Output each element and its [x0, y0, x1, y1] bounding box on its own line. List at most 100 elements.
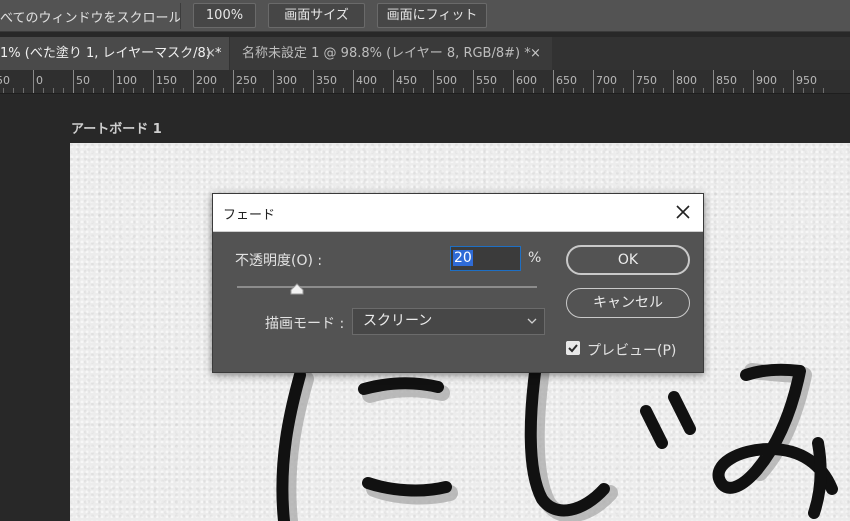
ruler-minor-tick	[743, 88, 744, 93]
tab-label: 1% (べた塗り 1, レイヤーマスク/8) *	[0, 46, 222, 61]
ruler-tick	[153, 70, 154, 93]
ruler-minor-tick	[523, 88, 524, 93]
scroll-all-windows-option[interactable]: べてのウィンドウをスクロール	[0, 7, 181, 26]
ruler-tick	[353, 70, 354, 93]
ruler-minor-tick	[43, 88, 44, 93]
ruler-minor-tick	[613, 88, 614, 93]
blend-mode-value: スクリーン	[363, 313, 433, 329]
fade-dialog: フェード 不透明度(O) : 20 % 描画モード : スクリーン OK キャン…	[212, 193, 704, 373]
ruler-minor-tick	[383, 88, 384, 93]
ruler-label: 200	[196, 74, 217, 87]
ruler-minor-tick	[183, 88, 184, 93]
ruler-minor-tick	[763, 88, 764, 93]
close-icon[interactable]: ×	[205, 37, 216, 70]
divider	[180, 3, 181, 29]
ruler-minor-tick	[773, 88, 774, 93]
ruler-minor-tick	[653, 88, 654, 93]
ruler-minor-tick	[603, 88, 604, 93]
ruler-tick	[713, 70, 714, 93]
artboard-title: アートボード 1	[71, 122, 162, 137]
ruler-minor-tick	[463, 88, 464, 93]
ruler-label: 50	[76, 74, 90, 87]
ruler-minor-tick	[143, 88, 144, 93]
ok-button[interactable]: OK	[566, 245, 690, 275]
ruler-tick	[33, 70, 34, 93]
ruler-minor-tick	[643, 88, 644, 93]
ruler-minor-tick	[573, 88, 574, 93]
ruler-tick	[313, 70, 314, 93]
opacity-slider-track[interactable]	[237, 286, 537, 288]
ruler-tick	[233, 70, 234, 93]
dialog-title: フェード	[223, 208, 276, 223]
options-bar: べてのウィンドウをスクロール 100% 画面サイズ 画面にフィット	[0, 0, 850, 32]
ruler-tick	[553, 70, 554, 93]
tab-label: 名称未設定 1 @ 98.8% (レイヤー 8, RGB/8#) *	[242, 46, 531, 61]
ruler-minor-tick	[373, 88, 374, 93]
ruler-label: 800	[676, 74, 697, 87]
ruler-tick	[433, 70, 434, 93]
ruler-minor-tick	[323, 88, 324, 93]
tab-document-2[interactable]: 名称未設定 1 @ 98.8% (レイヤー 8, RGB/8#) * ×	[230, 37, 552, 70]
ruler-minor-tick	[543, 88, 544, 93]
ruler-minor-tick	[173, 88, 174, 93]
ruler-label: 450	[396, 74, 417, 87]
ruler-tick	[193, 70, 194, 93]
ruler-minor-tick	[823, 88, 824, 93]
ruler-minor-tick	[343, 88, 344, 93]
ruler-minor-tick	[243, 88, 244, 93]
ruler-minor-tick	[123, 88, 124, 93]
fit-screen-button[interactable]: 画面にフィット	[377, 3, 487, 28]
ruler-minor-tick	[13, 88, 14, 93]
opacity-label: 不透明度(O) :	[235, 253, 323, 269]
ruler-minor-tick	[493, 88, 494, 93]
ruler-minor-tick	[623, 88, 624, 93]
ruler-label: 250	[236, 74, 257, 87]
opacity-input[interactable]: 20	[450, 246, 521, 271]
ruler-minor-tick	[503, 88, 504, 93]
ruler-tick	[793, 70, 794, 93]
ruler-minor-tick	[813, 88, 814, 93]
fit-screen-size-button[interactable]: 画面サイズ	[268, 3, 365, 28]
ruler-minor-tick	[563, 88, 564, 93]
ruler-minor-tick	[83, 88, 84, 93]
ruler-minor-tick	[443, 88, 444, 93]
ruler-minor-tick	[453, 88, 454, 93]
zoom-100-button[interactable]: 100%	[193, 3, 256, 28]
ruler-label: 650	[556, 74, 577, 87]
ruler-minor-tick	[703, 88, 704, 93]
ruler-label: 900	[756, 74, 777, 87]
cancel-button[interactable]: キャンセル	[566, 288, 690, 318]
ruler-tick	[753, 70, 754, 93]
ruler-minor-tick	[663, 88, 664, 93]
ruler-label: 700	[596, 74, 617, 87]
opacity-slider-thumb[interactable]	[290, 283, 304, 295]
ruler-minor-tick	[23, 88, 24, 93]
ruler-minor-tick	[403, 88, 404, 93]
ruler-label: 550	[476, 74, 497, 87]
ruler-minor-tick	[3, 88, 4, 93]
ruler-minor-tick	[223, 88, 224, 93]
ruler-minor-tick	[133, 88, 134, 93]
ruler-minor-tick	[693, 88, 694, 93]
close-icon[interactable]	[673, 202, 693, 222]
ruler-label: 350	[316, 74, 337, 87]
ruler-minor-tick	[423, 88, 424, 93]
ruler-minor-tick	[333, 88, 334, 93]
ruler-tick	[113, 70, 114, 93]
ruler-minor-tick	[363, 88, 364, 93]
ruler-minor-tick	[263, 88, 264, 93]
ruler-label: 300	[276, 74, 297, 87]
ruler-label: 600	[516, 74, 537, 87]
ruler-label: 100	[116, 74, 137, 87]
checkbox-checked-icon[interactable]	[566, 341, 580, 355]
ruler-minor-tick	[533, 88, 534, 93]
ruler-minor-tick	[783, 88, 784, 93]
dialog-titlebar[interactable]: フェード	[213, 194, 703, 232]
horizontal-ruler[interactable]: 5005010015020025030035040045050055060065…	[0, 70, 850, 94]
chevron-down-icon	[527, 318, 537, 324]
tab-document-1[interactable]: 1% (べた塗り 1, レイヤーマスク/8) * ×	[0, 37, 229, 70]
close-icon[interactable]: ×	[530, 37, 541, 70]
preview-label: プレビュー(P)	[587, 343, 677, 359]
blend-mode-select[interactable]: スクリーン	[352, 308, 545, 335]
percent-sign: %	[528, 250, 542, 266]
